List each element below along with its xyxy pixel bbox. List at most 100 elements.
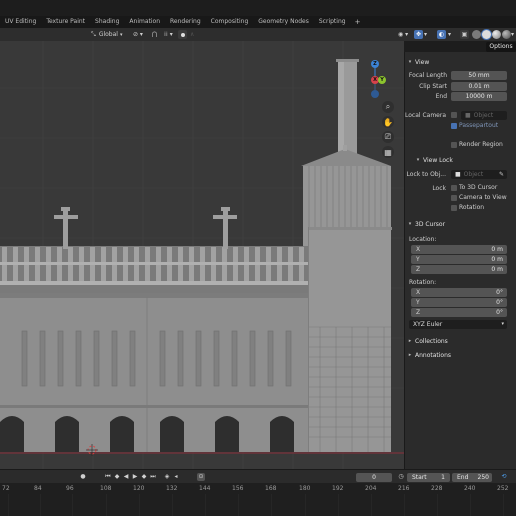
keying-icon[interactable]: ◈ <box>163 473 171 481</box>
material-preview-button[interactable] <box>492 30 501 39</box>
tab-scripting[interactable]: Scripting <box>314 16 351 28</box>
tab-animation[interactable]: Animation <box>124 16 165 28</box>
3d-cursor-section-header[interactable]: ▾ 3D Cursor <box>405 218 516 230</box>
tab-rendering[interactable]: Rendering <box>165 16 206 28</box>
gizmo-y-icon[interactable]: Y <box>378 76 386 84</box>
pivot-icon: ⊘ ▾ <box>133 31 143 38</box>
navigation-gizmo[interactable]: Z X Y <box>364 60 386 98</box>
ruler-gridline <box>305 494 306 516</box>
ruler-frame-label: 132 <box>166 485 178 492</box>
tab-geometry-nodes[interactable]: Geometry Nodes <box>253 16 314 28</box>
ruler-gridline <box>8 494 9 516</box>
rotation-z-field[interactable]: Z 0° <box>411 308 507 317</box>
tab-uv-editing[interactable]: UV Editing <box>0 16 41 28</box>
end-frame-field[interactable]: End 250 <box>452 473 492 482</box>
overlays-dropdown[interactable]: ▾ <box>448 30 451 39</box>
lock-to-3d-cursor-checkbox[interactable] <box>451 185 457 191</box>
zoom-icon[interactable]: ⌕ <box>382 101 394 113</box>
view-lock-subheader[interactable]: ▾ View Lock <box>413 154 516 166</box>
play-reverse-icon[interactable]: ◀ <box>122 473 130 481</box>
keying-dropdown-icon[interactable]: ◂ <box>172 473 180 481</box>
rotation-y-field[interactable]: Y 0° <box>411 298 507 307</box>
overlays-icon: ◐ <box>438 30 445 38</box>
jump-end-icon[interactable]: ⏭ <box>149 473 157 481</box>
location-y-field[interactable]: Y 0 m <box>411 255 507 264</box>
pan-hand-icon[interactable]: ✋ <box>382 116 394 128</box>
collections-title: Collections <box>415 337 448 345</box>
local-camera-checkbox[interactable] <box>451 112 457 118</box>
clip-start-field[interactable]: 0.01 m <box>451 82 507 91</box>
rotation-z-value: 0° <box>496 309 503 316</box>
clip-end-field[interactable]: 10000 m <box>451 92 507 101</box>
tab-compositing[interactable]: Compositing <box>206 16 254 28</box>
gizmo-negative-z-icon[interactable] <box>371 90 379 98</box>
snap-target-dropdown[interactable]: ⁞⁞ ▾ <box>164 30 173 39</box>
annotations-section-header[interactable]: ▸ Annotations <box>405 349 516 361</box>
lock-rotation-checkbox[interactable] <box>451 205 457 211</box>
start-value: 1 <box>441 474 445 481</box>
transform-orientation-dropdown[interactable]: ⤡ Global ▾ <box>91 30 122 39</box>
record-icon[interactable]: ● <box>79 473 87 481</box>
lock-to-object-field[interactable]: ■ Object ✎ <box>451 170 507 179</box>
lock-to-object-placeholder: Object <box>463 171 484 178</box>
ruler-frame-label: 192 <box>332 485 344 492</box>
render-region-checkbox[interactable] <box>451 142 457 148</box>
grid-ortho-icon[interactable]: ▦ <box>382 146 394 158</box>
overlays-toggle[interactable]: ◐ <box>437 30 446 39</box>
tab-texture-paint[interactable]: Texture Paint <box>41 16 90 28</box>
3d-viewport[interactable]: Z X Y ⌕ ✋ ⎚ ▦ <box>0 41 404 469</box>
xray-toggle[interactable]: ▣ <box>460 30 469 39</box>
view-object-types-dropdown[interactable]: ◉ ▾ <box>398 30 408 39</box>
wireframe-shading-button[interactable] <box>472 30 481 39</box>
camera-view-icon[interactable]: ⎚ <box>382 131 394 143</box>
proportional-falloff-dropdown[interactable]: ∧ <box>190 30 194 39</box>
rotation-x-field[interactable]: X 0° <box>411 288 507 297</box>
axis-x-label: X <box>416 246 421 253</box>
ruler-gridline <box>172 494 173 516</box>
axis-z-label: Z <box>416 266 421 273</box>
location-x-field[interactable]: X 0 m <box>411 245 507 254</box>
snap-icon: ⁞⁞ ▾ <box>164 31 173 38</box>
tab-shading[interactable]: Shading <box>90 16 124 28</box>
axis-z-label: Z <box>416 309 421 316</box>
timeline-ruler[interactable]: 72 84 96 108 120 132 144 156 168 180 192 204 216 228 2… <box>0 483 516 516</box>
location-z-field[interactable]: Z 0 m <box>411 265 507 274</box>
rotation-mode-dropdown[interactable]: XYZ Euler ▾ <box>409 320 507 329</box>
passepartout-checkbox[interactable] <box>451 123 457 129</box>
rendered-shading-button[interactable] <box>502 30 511 39</box>
local-camera-field[interactable]: ■ Object <box>461 111 507 120</box>
timeline-view-icon[interactable]: ⟲ <box>500 473 508 481</box>
workspace-tabs: UV Editing Texture Paint Shading Animati… <box>0 16 516 28</box>
next-keyframe-icon[interactable]: ◆ <box>140 473 148 481</box>
gizmo-dropdown[interactable]: ▾ <box>424 30 427 39</box>
jump-start-icon[interactable]: ⏮ <box>104 473 112 481</box>
play-icon[interactable]: ▶ <box>131 473 139 481</box>
auto-keying-toggle[interactable]: ⊙ <box>197 473 205 481</box>
shading-options-dropdown[interactable]: ▾ <box>511 30 514 39</box>
view-section-header[interactable]: ▾ View <box>405 56 516 68</box>
camera-to-view-checkbox[interactable] <box>451 195 457 201</box>
solid-shading-button[interactable] <box>482 30 491 39</box>
gizmo-toggle[interactable]: ✥ <box>414 30 423 39</box>
collections-section-header[interactable]: ▸ Collections <box>405 335 516 347</box>
ruler-gridline <box>503 494 504 516</box>
ruler-frame-label: 228 <box>431 485 443 492</box>
ruler-frame-label: 204 <box>365 485 377 492</box>
object-icon: ■ <box>455 171 461 178</box>
current-frame-field[interactable]: 0 <box>356 473 392 482</box>
start-frame-field[interactable]: Start 1 <box>407 473 450 482</box>
ruler-gridline <box>271 494 272 516</box>
prev-keyframe-icon[interactable]: ◆ <box>113 473 121 481</box>
clock-icon: ◷ <box>398 473 404 480</box>
add-workspace-button[interactable]: + <box>351 18 365 26</box>
pivot-point-dropdown[interactable]: ⊘ ▾ <box>133 30 143 39</box>
proportional-editing-toggle[interactable] <box>178 30 187 39</box>
gizmo-z-icon[interactable]: Z <box>371 60 379 68</box>
rotation-x-value: 0° <box>496 289 503 296</box>
ruler-gridline <box>437 494 438 516</box>
location-label: Location: <box>409 236 437 243</box>
snap-toggle[interactable]: ⋂ <box>152 30 157 39</box>
ruler-frame-label: 144 <box>199 485 211 492</box>
focal-length-field[interactable]: 50 mm <box>451 71 507 80</box>
options-button[interactable]: Options <box>486 42 516 52</box>
